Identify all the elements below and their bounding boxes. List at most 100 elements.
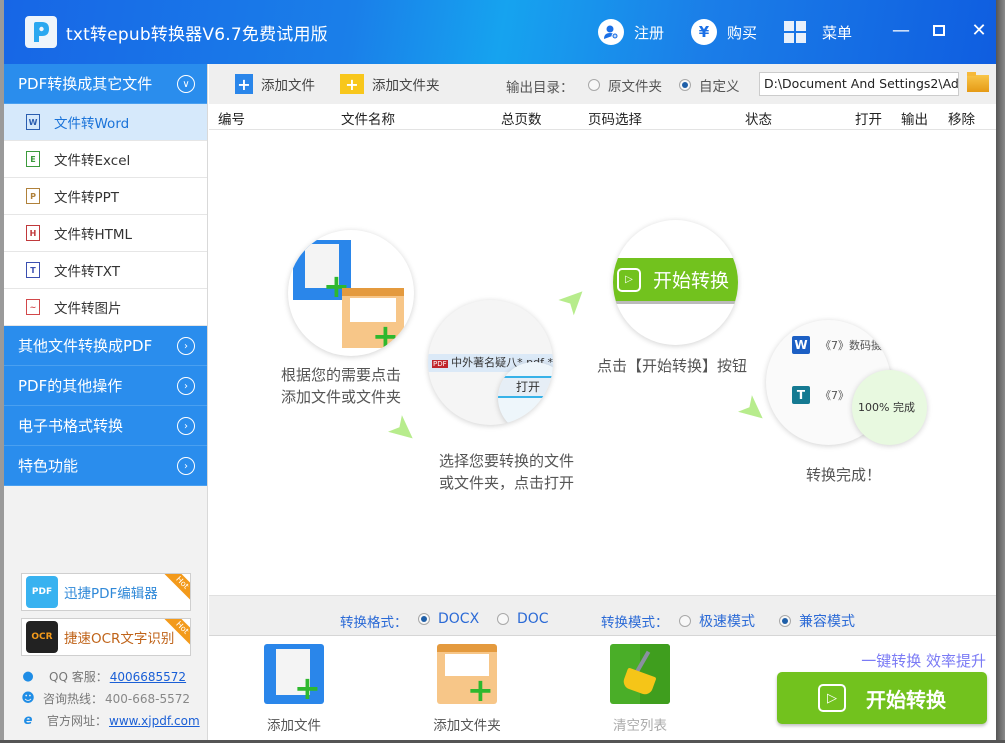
col-index: 编号 (218, 112, 245, 128)
chevron-right-icon: › (177, 457, 195, 475)
sidebar-group-features[interactable]: 特色功能 › (4, 446, 207, 486)
menu-label: 菜单 (822, 23, 853, 42)
step4-text: 转换完成！ (806, 466, 882, 484)
website-link[interactable]: www.xjpdf.com (109, 714, 200, 728)
col-status: 状态 (745, 112, 772, 128)
sidebar-item-image[interactable]: ~ 文件转图片 (4, 289, 207, 326)
html-file-icon: H (26, 225, 40, 241)
play-icon: ▷ (617, 267, 641, 292)
radio-label: 自定义 (699, 79, 740, 95)
sidebar-item-label: 文件转PPT (54, 190, 120, 206)
promo-ocr[interactable]: OCR 捷速OCR文字识别 Hot (21, 618, 191, 656)
add-file-label: 添加文件 (261, 78, 315, 94)
buy-button[interactable]: ¥ 购买 (691, 18, 757, 46)
close-button[interactable]: ✕ (964, 16, 994, 44)
col-pages: 总页数 (501, 112, 542, 128)
sidebar-group-label: PDF转换成其它文件 (18, 75, 153, 93)
format-label: 转换格式： (340, 615, 408, 631)
sidebar-group-label: 其他文件转换成PDF (18, 337, 153, 355)
sidebar-item-html[interactable]: H 文件转HTML (4, 215, 207, 252)
contact-qq: ● QQ 客服： 4006685572 (21, 668, 186, 685)
menu-grid-icon (784, 21, 806, 43)
broom-icon (610, 644, 670, 704)
step1-illustration: + + (288, 230, 414, 356)
radio-custom-folder[interactable]: 自定义 (679, 75, 740, 95)
yen-icon: ¥ (691, 19, 717, 45)
col-filename: 文件名称 (341, 112, 395, 128)
radio-mode-fast[interactable]: 极速模式 (679, 611, 755, 631)
radio-source-folder[interactable]: 原文件夹 (588, 75, 662, 95)
txt-file-icon: T (26, 262, 40, 278)
qq-number-link[interactable]: 4006685572 (110, 670, 186, 684)
toolbar: + 添加文件 + 添加文件夹 输出目录： 原文件夹 自定义 D:\Documen… (209, 64, 1000, 104)
start-convert-button[interactable]: ▷ 开始转换 (777, 672, 987, 724)
register-button[interactable]: 注册 (598, 18, 664, 46)
step3-illustration: ▷ 开始转换 (613, 220, 738, 345)
chevron-down-icon: ∨ (177, 75, 195, 93)
clear-list-button[interactable]: 清空列表 (585, 644, 695, 734)
sidebar-group-other-to-pdf[interactable]: 其他文件转换成PDF › (4, 326, 207, 366)
sidebar-item-excel[interactable]: E 文件转Excel (4, 141, 207, 178)
start-convert-label: 开始转换 (866, 687, 946, 712)
hot-badge: Hot (162, 574, 190, 603)
sidebar-item-txt[interactable]: T 文件转TXT (4, 252, 207, 289)
sidebar-group-pdf-to-other[interactable]: PDF转换成其它文件 ∨ (4, 64, 207, 104)
sidebar-group-label: 特色功能 (18, 457, 79, 475)
col-open: 打开 (855, 112, 882, 128)
register-label: 注册 (634, 23, 665, 42)
chevron-right-icon: › (177, 377, 195, 395)
sidebar-item-word[interactable]: W 文件转Word (4, 104, 207, 141)
sidebar-item-label: 文件转Word (54, 116, 130, 132)
promo-pdf-editor[interactable]: PDF 迅捷PDF编辑器 Hot (21, 573, 191, 611)
radio-mode-compatible[interactable]: 兼容模式 (779, 611, 855, 631)
radio-format-doc[interactable]: DOC (497, 611, 549, 627)
contact-hotline: ☻ 咨询热线： 400-668-5572 (21, 690, 190, 707)
radio-icon (497, 613, 509, 625)
menu-button[interactable]: 菜单 (784, 18, 852, 46)
step2-illustration: PDF 中外著名疑八*.pdf,*.. 打开 (428, 300, 553, 425)
file-list-area: + + 根据您的需要点击 添加文件或文件夹 ➤ PDF 中外著名疑八*.pdf,… (209, 130, 1000, 595)
slogan-text: 一键转换 效率提升 (861, 652, 986, 670)
contact-label: QQ 客服： (49, 670, 108, 684)
contact-website: e 官方网址： www.xjpdf.com (21, 712, 200, 729)
pdf-editor-logo-icon: PDF (26, 576, 58, 608)
hotline-number: 400-668-5572 (105, 691, 191, 706)
radio-format-docx[interactable]: DOCX (418, 611, 479, 627)
output-path-input[interactable]: D:\Document And Settings2\Admi (759, 72, 959, 96)
bottom-add-folder-button[interactable]: + 添加文件夹 (412, 644, 522, 734)
options-bar: 转换格式： DOCX DOC 转换模式： 极速模式 兼容模式 (209, 595, 1000, 635)
contact-label: 官方网址： (47, 714, 108, 728)
sidebar-item-ppt[interactable]: P 文件转PPT (4, 178, 207, 215)
app-title: txt转epub转换器V6.7免费试用版 (66, 25, 328, 45)
add-file-button[interactable]: + 添加文件 (235, 73, 315, 95)
sidebar-item-label: 文件转图片 (54, 301, 122, 317)
add-file-icon: + (235, 74, 253, 94)
maximize-button[interactable] (924, 16, 954, 44)
step3-text: 点击【开始转换】按钮 (597, 357, 748, 375)
sidebar-group-pdf-operations[interactable]: PDF的其他操作 › (4, 366, 207, 406)
app-logo-icon (25, 16, 57, 48)
txt-doc-icon: T (792, 386, 810, 404)
play-icon: ▷ (818, 684, 846, 712)
minimize-button[interactable]: — (886, 16, 916, 44)
sidebar: PDF转换成其它文件 ∨ W 文件转Word E 文件转Excel P 文件转P… (4, 64, 208, 740)
excel-file-icon: E (26, 151, 40, 167)
browse-folder-icon[interactable] (967, 72, 989, 92)
chevron-right-icon: › (177, 417, 195, 435)
arrow-down-icon: ➤ (379, 405, 428, 455)
image-file-icon: ~ (26, 299, 40, 315)
sidebar-group-ebook-convert[interactable]: 电子书格式转换 › (4, 406, 207, 446)
user-add-icon (598, 19, 624, 45)
add-folder-button[interactable]: + 添加文件夹 (340, 73, 440, 95)
step2-text: 选择您要转换的文件 或文件夹，点击打开 (439, 452, 575, 492)
radio-label: 原文件夹 (608, 79, 662, 95)
mode-label: 转换模式： (601, 615, 669, 631)
contact-label: 咨询热线： (43, 692, 104, 706)
bottom-action-bar: + 添加文件 + 添加文件夹 清空列表 一键转换 效率提升 ▷ 开始转换 (209, 635, 1000, 740)
folder-doc-icon: + (342, 288, 404, 352)
sidebar-item-label: 文件转HTML (54, 227, 133, 243)
bottom-add-file-button[interactable]: + 添加文件 (239, 644, 349, 734)
sidebar-group-label: PDF的其他操作 (18, 377, 123, 395)
col-remove: 移除 (948, 112, 975, 128)
qq-icon: ● (22, 669, 34, 684)
